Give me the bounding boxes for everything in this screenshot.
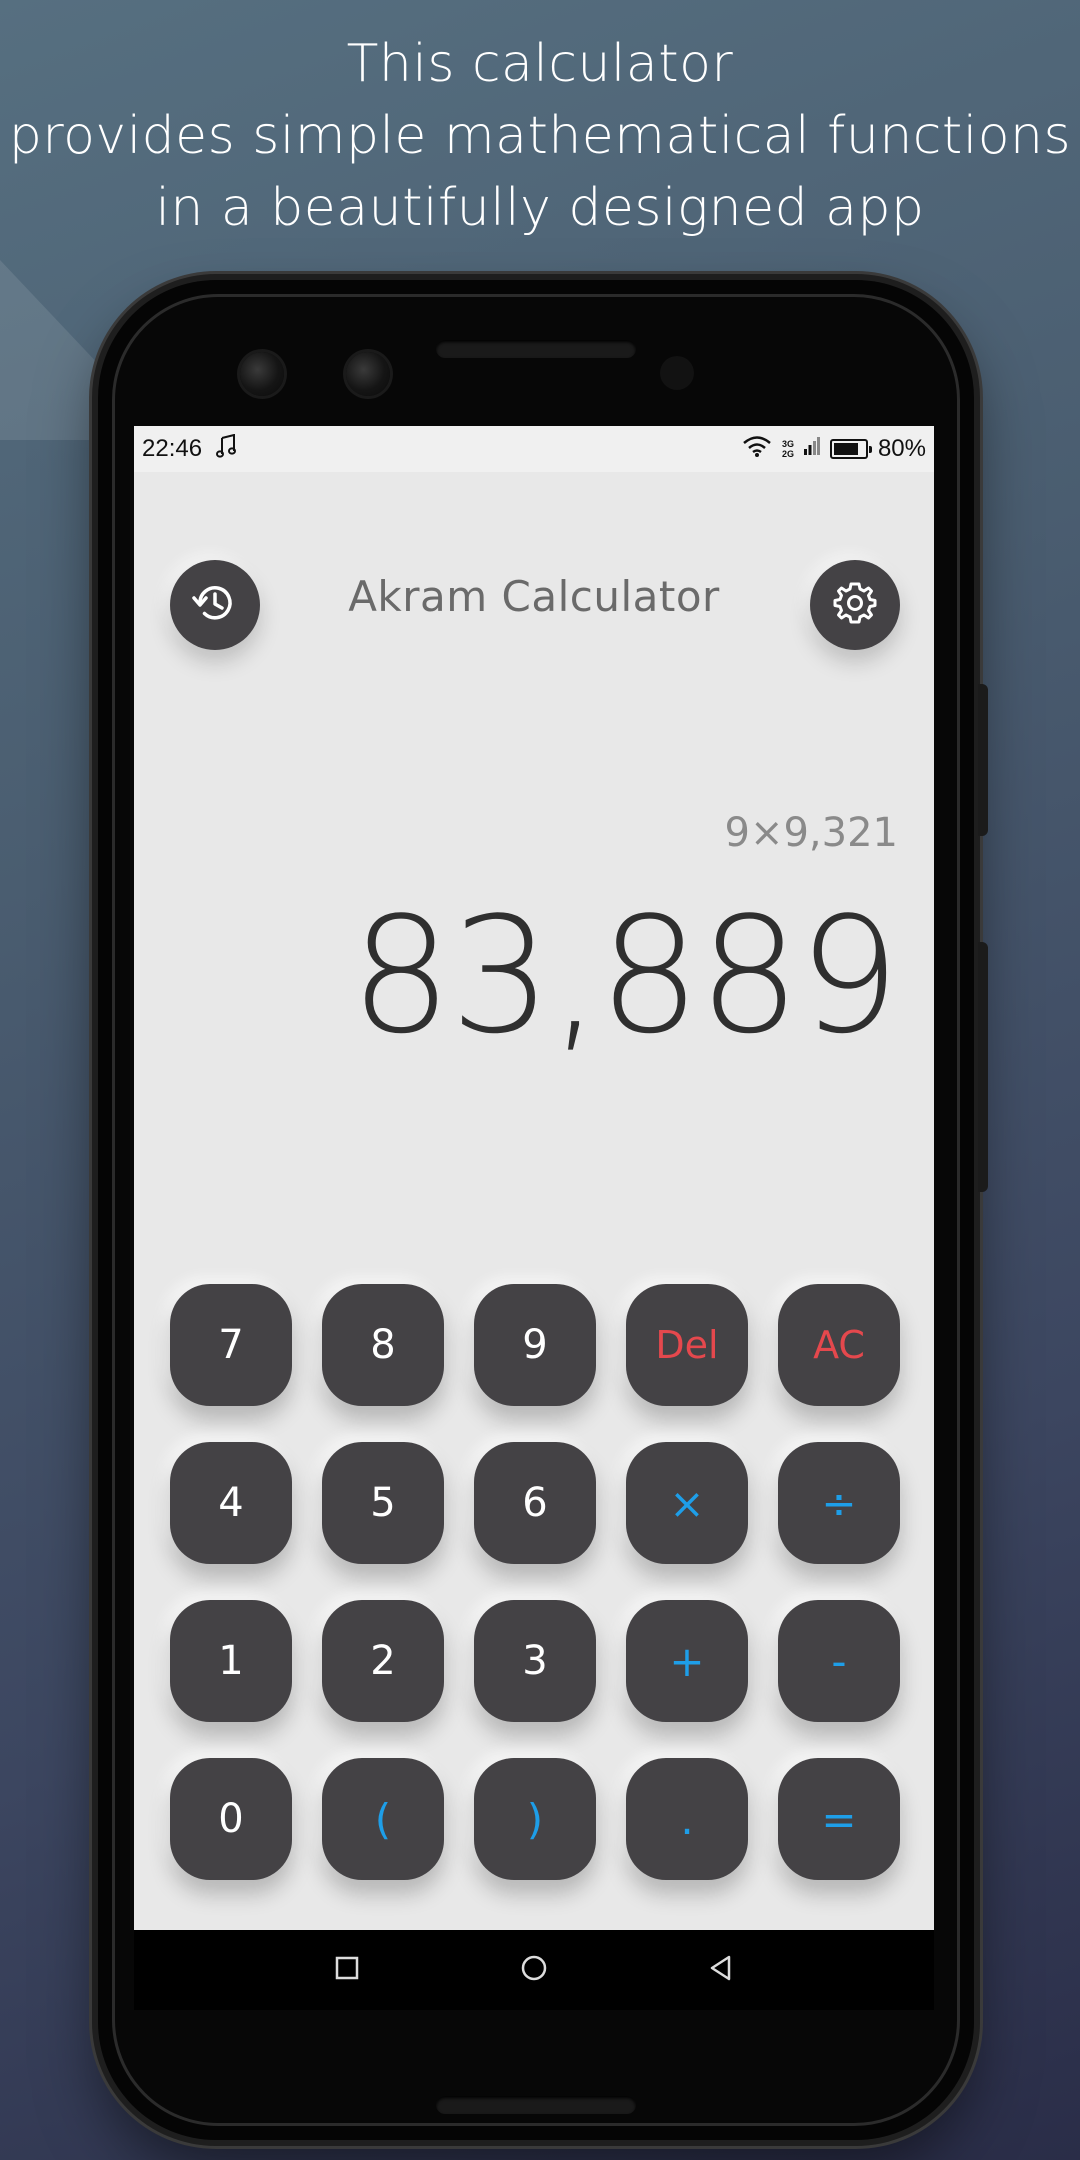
key-8[interactable]: 8 <box>322 1284 444 1406</box>
status-bar: 22:46 3G 2G 80% <box>134 426 934 472</box>
volume-button <box>978 942 988 1192</box>
decimal-button[interactable]: . <box>626 1758 748 1880</box>
home-button[interactable] <box>514 1950 554 1990</box>
system-nav-bar <box>134 1930 934 2010</box>
back-button[interactable] <box>701 1950 741 1990</box>
close-paren-button[interactable]: ) <box>474 1758 596 1880</box>
plus-button[interactable]: + <box>626 1600 748 1722</box>
front-camera-1 <box>240 352 284 396</box>
key-9[interactable]: 9 <box>474 1284 596 1406</box>
delete-button[interactable]: Del <box>626 1284 748 1406</box>
front-camera-2 <box>346 352 390 396</box>
minus-button[interactable]: - <box>778 1600 900 1722</box>
expression-display: 9×9,321 <box>724 810 898 856</box>
battery-icon <box>829 439 872 459</box>
triangle-back-icon <box>707 1954 735 1986</box>
phone-frame: 22:46 3G 2G 80% Akram Calculator 9×9,321… <box>98 280 988 2140</box>
power-button <box>978 684 988 836</box>
key-3[interactable]: 3 <box>474 1600 596 1722</box>
key-5[interactable]: 5 <box>322 1442 444 1564</box>
proximity-sensor <box>660 356 694 390</box>
promo-line-1: This calculator <box>346 34 734 94</box>
key-0[interactable]: 0 <box>170 1758 292 1880</box>
settings-button[interactable] <box>810 560 900 650</box>
divide-button[interactable]: ÷ <box>778 1442 900 1564</box>
key-6[interactable]: 6 <box>474 1442 596 1564</box>
wifi-icon <box>742 435 772 464</box>
music-note-icon <box>216 433 238 465</box>
earpiece-speaker <box>436 340 636 358</box>
app-screen: 22:46 3G 2G 80% Akram Calculator 9×9,321… <box>134 426 934 1930</box>
gear-icon <box>830 578 880 632</box>
keypad: 7 8 9 Del AC 4 5 6 × ÷ 1 2 3 + - 0 ( ) .… <box>170 1284 900 1880</box>
circle-home-icon <box>519 1953 549 1987</box>
battery-level <box>833 443 858 455</box>
promo-line-3: in a beautifully designed app <box>155 178 925 238</box>
all-clear-button[interactable]: AC <box>778 1284 900 1406</box>
status-time: 22:46 <box>142 435 203 462</box>
open-paren-button[interactable]: ( <box>322 1758 444 1880</box>
key-4[interactable]: 4 <box>170 1442 292 1564</box>
promo-line-2: provides simple mathematical functions <box>8 106 1072 166</box>
square-recents-icon <box>334 1955 360 1985</box>
recents-button[interactable] <box>327 1950 367 1990</box>
signal-icon <box>803 435 820 464</box>
multiply-button[interactable]: × <box>626 1442 748 1564</box>
key-2[interactable]: 2 <box>322 1600 444 1722</box>
promo-headline: This calculator provides simple mathemat… <box>0 28 1080 244</box>
battery-percent: 80% <box>877 435 926 462</box>
app-header: Akram Calculator <box>134 472 934 652</box>
key-1[interactable]: 1 <box>170 1600 292 1722</box>
network-type: 3G 2G <box>781 439 794 459</box>
bottom-speaker <box>436 2096 636 2114</box>
result-display: 83,889 <box>350 882 900 1069</box>
key-7[interactable]: 7 <box>170 1284 292 1406</box>
equals-button[interactable]: = <box>778 1758 900 1880</box>
